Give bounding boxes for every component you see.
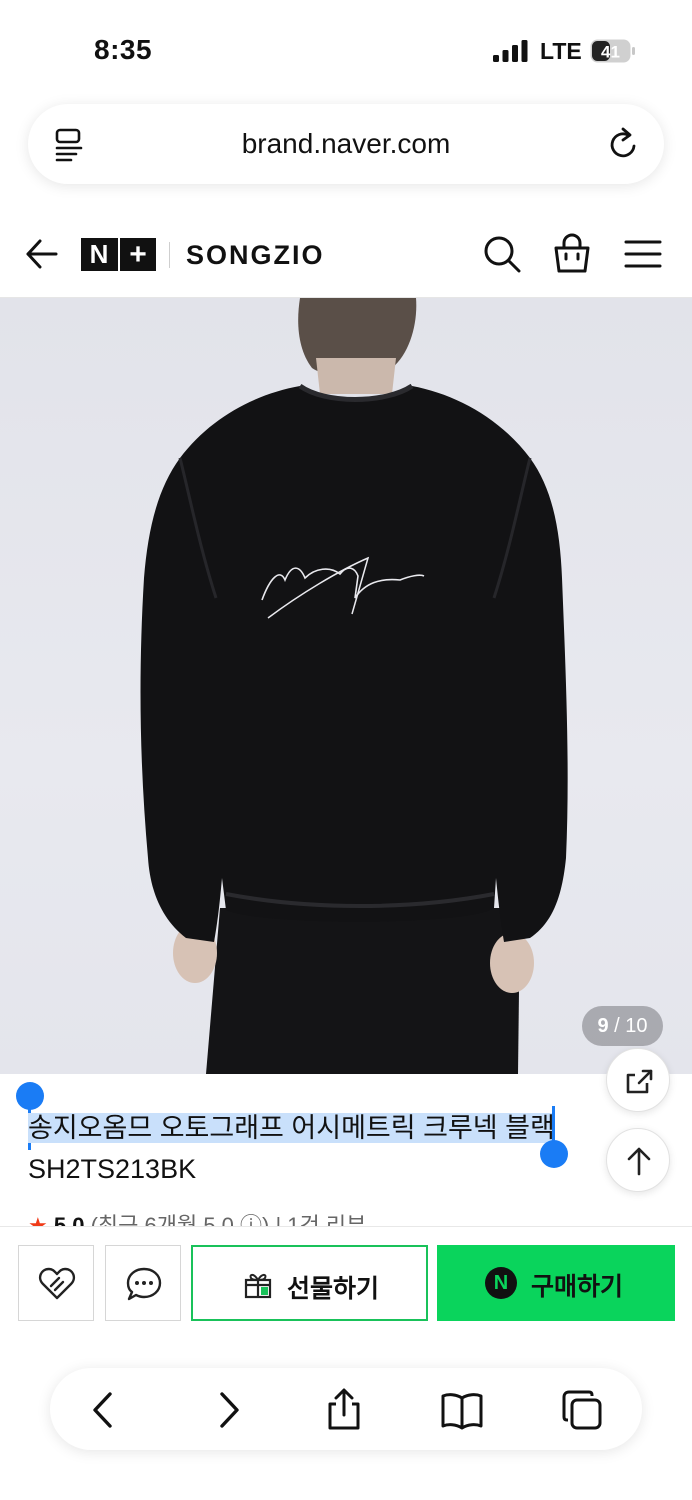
tabs-icon[interactable] bbox=[560, 1388, 604, 1432]
counter-total: 10 bbox=[625, 1015, 648, 1037]
product-sku: SH2TS213BK bbox=[28, 1154, 197, 1184]
battery-icon: 41 bbox=[590, 39, 635, 63]
cart-icon[interactable] bbox=[552, 232, 592, 274]
gift-button[interactable]: 선물하기 bbox=[191, 1245, 428, 1321]
status-bar: 8:35 LTE 41 bbox=[0, 0, 692, 100]
image-counter: 9 / 10 bbox=[582, 1006, 663, 1046]
rating-note: (최근 6개월 5.0 ⓘ) | 1건 리뷰 bbox=[90, 1213, 367, 1226]
purchase-action-bar: 선물하기 N 구매하기 bbox=[0, 1226, 692, 1338]
gift-label: 선물하기 bbox=[287, 1275, 380, 1303]
address-bar[interactable]: brand.naver.com bbox=[28, 104, 664, 184]
scroll-top-button[interactable] bbox=[606, 1128, 670, 1192]
back-arrow-icon[interactable] bbox=[24, 236, 60, 272]
battery-level: 41 bbox=[601, 43, 620, 62]
naver-pay-icon: N bbox=[485, 1267, 517, 1299]
search-icon[interactable] bbox=[482, 234, 522, 274]
talk-button[interactable] bbox=[105, 1245, 181, 1321]
forward-icon[interactable] bbox=[206, 1388, 250, 1432]
product-photo bbox=[140, 298, 568, 1074]
like-button[interactable] bbox=[18, 1245, 94, 1321]
share-button[interactable] bbox=[606, 1048, 670, 1112]
product-title: 송지오옴므 오토그래프 어시메트릭 크루넥 블랙 bbox=[28, 1106, 555, 1145]
reload-icon[interactable] bbox=[608, 126, 640, 162]
selection-handle-end[interactable] bbox=[540, 1106, 568, 1168]
header-divider bbox=[169, 242, 170, 268]
bookmarks-icon[interactable] bbox=[440, 1388, 484, 1432]
browser-toolbar bbox=[50, 1368, 642, 1450]
chat-bubble-icon bbox=[126, 1267, 162, 1301]
product-image[interactable] bbox=[0, 298, 692, 1074]
counter-separator: / bbox=[614, 1015, 620, 1037]
buy-label: 구매하기 bbox=[531, 1273, 624, 1301]
logo-n: N bbox=[89, 239, 109, 269]
arrow-up-icon bbox=[627, 1147, 651, 1176]
gift-icon bbox=[244, 1273, 272, 1299]
product-rating[interactable]: ★ 5.0 (최근 6개월 5.0 ⓘ) | 1건 리뷰 bbox=[28, 1208, 366, 1226]
rating-score: 5.0 bbox=[53, 1213, 85, 1226]
brand-name[interactable]: SONGZIO bbox=[186, 240, 325, 271]
network-type: LTE bbox=[540, 38, 582, 64]
product-title-text[interactable]: 송지오옴므 오토그래프 어시메트릭 크루넥 블랙 bbox=[28, 1113, 555, 1143]
naver-plus-logo[interactable]: N + bbox=[81, 238, 156, 271]
url-text[interactable]: brand.naver.com bbox=[28, 128, 664, 160]
status-time: 8:35 bbox=[94, 34, 153, 65]
menu-icon[interactable] bbox=[624, 236, 662, 272]
logo-plus: + bbox=[129, 238, 147, 271]
share-icon[interactable] bbox=[322, 1388, 366, 1432]
buy-button[interactable]: N 구매하기 bbox=[437, 1245, 675, 1321]
back-icon[interactable] bbox=[82, 1388, 126, 1432]
site-header: N + SONGZIO bbox=[0, 208, 692, 298]
star-icon: ★ bbox=[28, 1213, 48, 1226]
cellular-signal-icon bbox=[493, 40, 528, 62]
counter-current: 9 bbox=[597, 1015, 609, 1037]
share-icon bbox=[626, 1069, 653, 1094]
heart-icon bbox=[38, 1267, 76, 1300]
